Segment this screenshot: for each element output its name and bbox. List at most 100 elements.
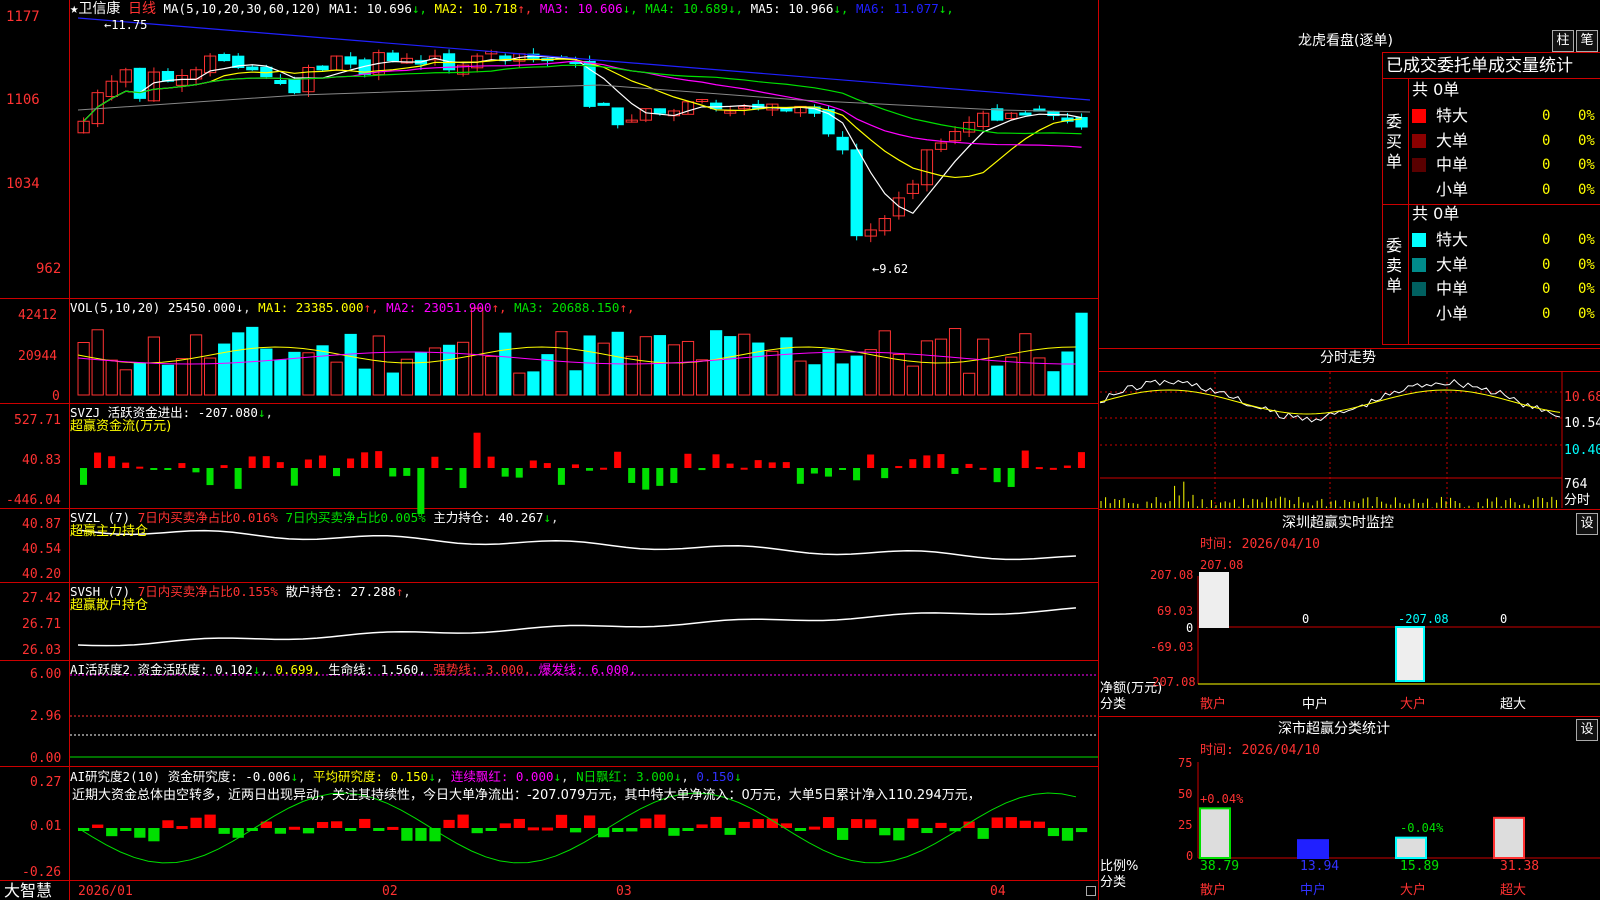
fund-flow-bar[interactable] xyxy=(993,468,1001,483)
research-bar[interactable] xyxy=(752,819,764,828)
volume-bar[interactable] xyxy=(499,332,512,396)
research-bar[interactable] xyxy=(626,828,638,832)
volume-bar[interactable] xyxy=(794,360,807,396)
volume-bar[interactable] xyxy=(119,369,132,396)
research-bar[interactable] xyxy=(710,816,722,828)
volume-bar[interactable] xyxy=(344,333,357,396)
volume-bar[interactable] xyxy=(667,344,681,396)
candle[interactable] xyxy=(344,56,357,65)
research-bar[interactable] xyxy=(471,828,483,834)
volume-bar[interactable] xyxy=(428,347,442,396)
research-bar[interactable] xyxy=(106,828,118,837)
research-bar[interactable] xyxy=(331,821,343,828)
research-bar[interactable] xyxy=(907,818,919,828)
volume-bar[interactable] xyxy=(77,342,90,396)
volume-bar[interactable] xyxy=(260,348,273,396)
fund-flow-bar[interactable] xyxy=(459,468,467,489)
volume-bar[interactable] xyxy=(471,307,484,396)
research-bar[interactable] xyxy=(345,828,357,831)
volume-bar[interactable] xyxy=(302,352,315,396)
fund-flow-bar[interactable] xyxy=(445,468,453,470)
research-bar[interactable] xyxy=(696,824,708,828)
research-bar[interactable] xyxy=(513,818,525,828)
volume-bar[interactable] xyxy=(372,335,385,396)
fund-flow-bar[interactable] xyxy=(389,468,397,477)
research-bar[interactable] xyxy=(92,824,104,828)
volume-bar[interactable] xyxy=(161,364,175,396)
volume-bar[interactable] xyxy=(780,337,793,396)
volume-bar[interactable] xyxy=(147,336,161,396)
candle[interactable] xyxy=(653,108,667,114)
volume-bar[interactable] xyxy=(710,330,723,396)
candle[interactable] xyxy=(246,66,259,71)
research-bar[interactable] xyxy=(1005,817,1017,828)
volume-bar[interactable] xyxy=(105,359,118,396)
fund-flow-bar[interactable] xyxy=(571,464,579,468)
research-bar[interactable] xyxy=(654,814,666,828)
volume-bar[interactable] xyxy=(133,363,146,396)
candle[interactable] xyxy=(597,102,610,106)
fund-flow-bar[interactable] xyxy=(726,463,734,468)
fund-flow-bar[interactable] xyxy=(108,456,116,468)
fund-flow-bar[interactable] xyxy=(965,463,973,468)
fund-flow-bar[interactable] xyxy=(1021,450,1029,468)
research-bar[interactable] xyxy=(991,817,1003,828)
research-bar[interactable] xyxy=(640,818,652,828)
fund-flow-bar[interactable] xyxy=(642,468,650,490)
fund-flow-bar[interactable] xyxy=(403,468,411,476)
research-bar[interactable] xyxy=(584,815,596,828)
research-bar[interactable] xyxy=(851,819,863,828)
candle[interactable] xyxy=(133,67,146,99)
volume-bar[interactable] xyxy=(414,352,428,396)
volume-bar[interactable] xyxy=(274,359,287,396)
volume-bar[interactable] xyxy=(681,340,695,396)
fund-flow-bar[interactable] xyxy=(895,466,903,469)
research-bar[interactable] xyxy=(921,828,933,834)
fund-flow-bar[interactable] xyxy=(600,467,608,470)
fund-flow-bar[interactable] xyxy=(487,456,495,468)
research-bar[interactable] xyxy=(668,828,680,836)
volume-bar[interactable] xyxy=(1005,356,1018,396)
volume-bar[interactable] xyxy=(864,349,877,396)
fund-flow-bar[interactable] xyxy=(206,468,214,486)
fund-flow-bar[interactable] xyxy=(347,458,355,468)
candle[interactable] xyxy=(850,149,863,237)
candle[interactable] xyxy=(218,53,231,62)
volume-bar[interactable] xyxy=(1047,371,1060,396)
volume-bar[interactable] xyxy=(653,335,667,396)
fund-flow-bar[interactable] xyxy=(824,468,832,477)
fund-flow-bar[interactable] xyxy=(361,452,369,468)
volume-bar[interactable] xyxy=(569,370,582,396)
volume-bar[interactable] xyxy=(1061,351,1074,396)
research-bar[interactable] xyxy=(1075,828,1088,833)
fund-flow-bar[interactable] xyxy=(656,468,664,486)
lock-icon[interactable] xyxy=(1086,886,1096,896)
research-bar[interactable] xyxy=(822,817,835,828)
volume-bar[interactable] xyxy=(189,334,203,396)
candle[interactable] xyxy=(583,60,596,107)
fund-flow-bar[interactable] xyxy=(951,468,959,474)
fund-flow-bar[interactable] xyxy=(684,453,692,468)
research-bar[interactable] xyxy=(218,828,230,834)
fund-flow-bar[interactable] xyxy=(1035,467,1043,470)
research-bar[interactable] xyxy=(316,822,329,828)
fund-flow-bar[interactable] xyxy=(220,465,228,468)
research-bar[interactable] xyxy=(415,828,427,841)
research-bar[interactable] xyxy=(682,828,694,831)
volume-bar[interactable] xyxy=(1019,333,1032,396)
candle[interactable] xyxy=(288,79,301,94)
research-bar[interactable] xyxy=(204,814,216,828)
research-bar[interactable] xyxy=(837,828,849,840)
fund-flow-bar[interactable] xyxy=(515,468,523,478)
fund-flow-bar[interactable] xyxy=(1077,452,1085,468)
research-bar[interactable] xyxy=(134,828,146,838)
candle[interactable] xyxy=(710,102,723,110)
volume-bar[interactable] xyxy=(920,340,934,396)
research-bar[interactable] xyxy=(1033,821,1046,828)
fund-flow-bar[interactable] xyxy=(698,468,706,471)
fund-flow-bar[interactable] xyxy=(768,462,776,468)
fund-flow-bar[interactable] xyxy=(853,468,861,481)
bar-mode-button[interactable]: 柱 xyxy=(1552,30,1574,52)
fund-flow-bar[interactable] xyxy=(937,454,945,468)
fund-flow-bar[interactable] xyxy=(417,468,425,514)
